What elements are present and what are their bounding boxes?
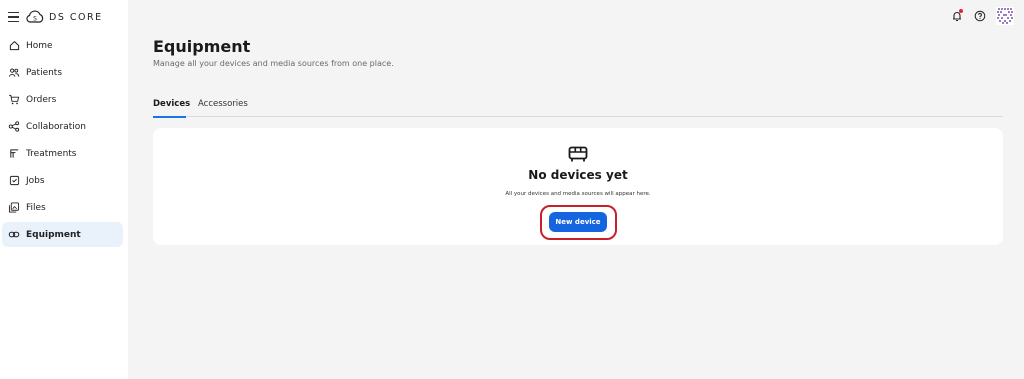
notifications-button[interactable] — [950, 9, 964, 23]
sidebar-item-jobs[interactable]: Jobs — [2, 168, 123, 193]
sidebar-item-label: Orders — [26, 94, 57, 105]
tab-accessories[interactable]: Accessories — [198, 99, 248, 117]
sidebar-item-label: Home — [26, 40, 53, 51]
sidebar-item-label: Patients — [26, 67, 63, 78]
help-icon — [974, 10, 986, 22]
avatar-pattern-icon — [996, 7, 1014, 25]
sidebar-item-treatments[interactable]: Treatments — [2, 141, 123, 166]
sidebar-item-label: Files — [26, 202, 46, 213]
cloud-logo-icon: S — [26, 10, 44, 23]
patients-icon — [8, 67, 20, 79]
notification-badge — [959, 9, 963, 13]
sidebar-item-equipment[interactable]: Equipment — [2, 222, 123, 247]
tab-bar: Devices Accessories — [153, 97, 1003, 118]
share-icon — [8, 121, 20, 133]
jobs-icon — [8, 175, 20, 187]
ds-core-logo[interactable]: S DS CORE — [25, 10, 103, 24]
tab-devices[interactable]: Devices — [153, 99, 190, 118]
help-button[interactable] — [973, 9, 987, 23]
sidebar-item-label: Equipment — [26, 229, 81, 240]
empty-state-description: All your devices and media sources will … — [505, 191, 651, 197]
sidebar: S DS CORE Home Patients Orders Collabora… — [0, 0, 128, 379]
new-device-button[interactable]: New device — [549, 212, 607, 232]
brand-name: DS CORE — [49, 11, 103, 23]
page-title: Equipment — [153, 37, 251, 56]
page-subtitle: Manage all your devices and media source… — [153, 59, 394, 68]
sidebar-item-label: Treatments — [26, 148, 77, 159]
top-bar-actions — [950, 6, 1014, 26]
sidebar-nav: Home Patients Orders Collaboration Treat… — [2, 33, 123, 249]
home-icon — [8, 40, 20, 52]
empty-state-title: No devices yet — [528, 168, 628, 182]
treatments-icon — [8, 148, 20, 160]
device-icon — [567, 145, 589, 163]
sidebar-item-files[interactable]: Files — [2, 195, 123, 220]
files-icon — [8, 202, 20, 214]
sidebar-item-orders[interactable]: Orders — [2, 87, 123, 112]
cart-icon — [8, 94, 20, 106]
sidebar-item-label: Jobs — [26, 175, 45, 186]
brand-bar: S DS CORE — [8, 8, 103, 26]
empty-state-card: No devices yet All your devices and medi… — [153, 128, 1003, 245]
sidebar-item-label: Collaboration — [26, 121, 86, 132]
sidebar-item-collaboration[interactable]: Collaboration — [2, 114, 123, 139]
sidebar-item-home[interactable]: Home — [2, 33, 123, 58]
equipment-icon — [8, 229, 20, 241]
user-avatar[interactable] — [996, 7, 1014, 25]
hamburger-menu-icon[interactable] — [8, 12, 19, 22]
svg-text:S: S — [33, 16, 37, 23]
sidebar-item-patients[interactable]: Patients — [2, 60, 123, 85]
